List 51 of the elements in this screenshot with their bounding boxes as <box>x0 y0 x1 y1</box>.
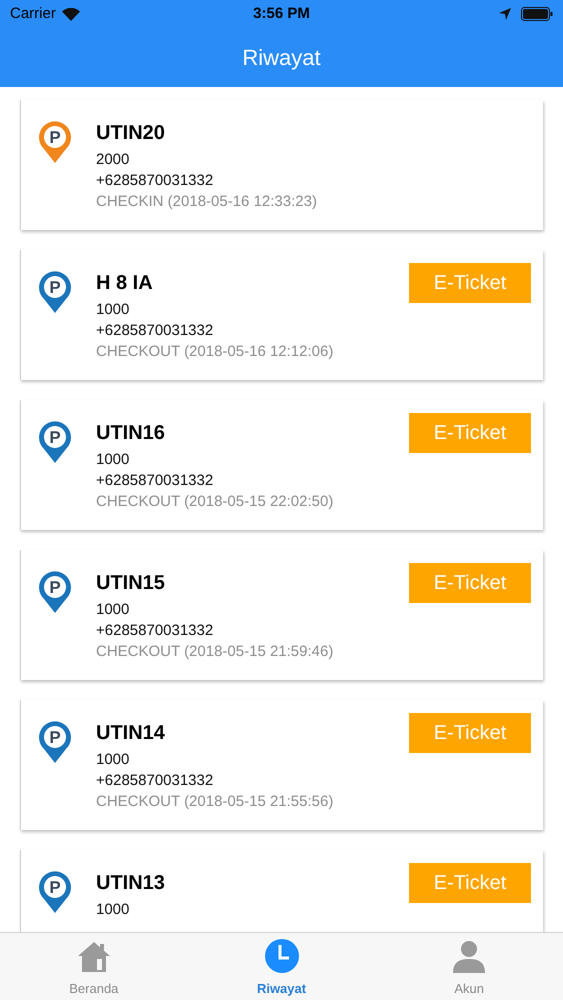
status-text: CHECKOUT (2018-05-16 12:12:06) <box>96 342 334 362</box>
amount-text: 1000 <box>96 300 130 320</box>
vehicle-plate: UTIN16 <box>96 421 166 446</box>
e-ticket-button[interactable]: E-Ticket <box>409 413 531 453</box>
phone-number: +6285870031332 <box>96 621 214 641</box>
e-ticket-button[interactable]: E-Ticket <box>409 863 531 903</box>
person-icon <box>452 938 486 972</box>
vehicle-plate: H 8 IA <box>96 271 154 296</box>
parking-pin-icon: P <box>38 720 72 764</box>
status-text: CHECKIN (2018-05-16 12:33:23) <box>96 192 318 212</box>
history-card[interactable]: P H 8 IA 1000 +6285870031332 CHECKOUT (2018-05-16 12:12:06) E-Ticket <box>20 250 543 380</box>
history-card[interactable]: P UTIN15 1000 +6285870031332 CHECKOUT (2018-05-15 21:59:46) E-Ticket <box>20 550 543 680</box>
parking-pin-icon: P <box>38 870 72 914</box>
house-icon <box>76 940 111 972</box>
vehicle-plate: UTIN15 <box>96 571 166 596</box>
status-text: CHECKOUT (2018-05-15 22:02:50) <box>96 492 334 512</box>
e-ticket-button[interactable]: E-Ticket <box>409 563 531 603</box>
amount-text: 1000 <box>96 900 130 920</box>
wifi-icon <box>62 8 80 20</box>
location-arrow-icon <box>499 8 511 20</box>
carrier-label: Carrier <box>10 4 56 24</box>
tab-item[interactable]: Akun <box>375 933 563 1000</box>
parking-pin-icon: P <box>38 120 72 164</box>
e-ticket-button[interactable]: E-Ticket <box>409 713 531 753</box>
amount-text: 2000 <box>96 150 130 170</box>
battery-icon <box>521 7 553 21</box>
clock-icon <box>264 938 298 972</box>
tab-item[interactable]: Riwayat <box>188 933 376 1000</box>
vehicle-plate: UTIN13 <box>96 871 166 896</box>
history-card[interactable]: P UTIN20 2000 +6285870031332 CHECKIN (2018-05-16 12:33:23) <box>20 100 543 230</box>
amount-text: 1000 <box>96 750 130 770</box>
history-card[interactable]: P UTIN14 1000 +6285870031332 CHECKOUT (2018-05-15 21:55:56) E-Ticket <box>20 700 543 830</box>
phone-number: +6285870031332 <box>96 321 214 341</box>
history-card[interactable]: P UTIN13 1000 E-Ticket <box>20 850 543 932</box>
parking-pin-icon: P <box>38 570 72 614</box>
phone-number: +6285870031332 <box>96 771 214 791</box>
e-ticket-button[interactable]: E-Ticket <box>409 263 531 303</box>
tab-item[interactable]: Beranda <box>0 933 188 1000</box>
screen-title: Riwayat <box>242 44 321 72</box>
status-text: CHECKOUT (2018-05-15 21:59:46) <box>96 642 334 662</box>
parking-pin-icon: P <box>38 420 72 464</box>
amount-text: 1000 <box>96 600 130 620</box>
status-text: CHECKOUT (2018-05-15 21:55:56) <box>96 792 334 812</box>
amount-text: 1000 <box>96 450 130 470</box>
vehicle-plate: UTIN14 <box>96 721 166 746</box>
clock-time: 3:56 PM <box>253 4 310 24</box>
vehicle-plate: UTIN20 <box>96 121 166 146</box>
history-card[interactable]: P UTIN16 1000 +6285870031332 CHECKOUT (2018-05-15 22:02:50) E-Ticket <box>20 400 543 530</box>
parking-pin-icon: P <box>38 270 72 314</box>
phone-number: +6285870031332 <box>96 471 214 491</box>
phone-number: +6285870031332 <box>96 171 214 191</box>
